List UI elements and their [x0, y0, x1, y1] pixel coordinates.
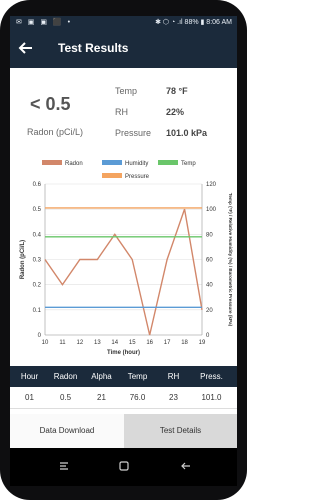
- table-row[interactable]: 01 0.5 21 76.0 23 101.0: [10, 387, 237, 409]
- y-tick-left: 0.3: [33, 258, 42, 264]
- col-radon: Radon: [53, 372, 78, 381]
- x-tick: 11: [59, 340, 66, 346]
- x-tick: 16: [146, 340, 153, 346]
- rh-value: 22%: [166, 107, 185, 117]
- test-results-chart: Radon Humidity Temp Pressure 0 0 0.1 20 0.2 40 0.3…: [10, 154, 237, 364]
- legend-label-temp: Temp: [181, 161, 196, 167]
- y-tick-left: 0.1: [33, 308, 42, 314]
- temp-label: Temp: [115, 86, 138, 96]
- rh-label: RH: [115, 107, 128, 117]
- legend-label-pressure: Pressure: [125, 174, 150, 180]
- col-rh: RH: [167, 372, 180, 381]
- legend-swatch-radon: [42, 160, 62, 165]
- tab-test-details[interactable]: Test Details: [124, 414, 237, 448]
- y-axis-label-right: Temp (°F) / Relative Humidity (%) / Baro…: [228, 193, 233, 327]
- y-tick-right: 40: [206, 283, 213, 289]
- y-tick-right: 60: [206, 258, 213, 264]
- legend-swatch-temp: [158, 160, 178, 165]
- cell-radon: 0.5: [59, 393, 72, 402]
- x-tick: 14: [111, 340, 118, 346]
- series-line-radon: [44, 208, 203, 336]
- phone-frame: ✉ ▣ ▣ ⬛ • ✱ ⬡ ◔ .ıl 88% ▮ 8:06 AM Test R…: [0, 0, 247, 500]
- cell-hour: 01: [25, 393, 34, 402]
- recent-apps-icon[interactable]: [58, 460, 70, 472]
- status-left-icons: ✉ ▣ ▣ ⬛ •: [16, 19, 73, 26]
- x-tick: 17: [164, 340, 171, 346]
- x-tick: 12: [77, 340, 84, 346]
- radon-reading: < 0.5: [30, 94, 71, 114]
- cell-rh: 23: [169, 393, 178, 402]
- x-axis-label: Time (hour): [107, 350, 140, 356]
- pressure-value: 101.0 kPa: [166, 128, 208, 138]
- legend-swatch-pressure: [102, 173, 122, 178]
- legend-label-humidity: Humidity: [125, 161, 148, 167]
- col-temp: Temp: [127, 372, 148, 381]
- y-tick-left: 0.4: [33, 232, 42, 238]
- y-tick-right: 80: [206, 232, 213, 238]
- status-bar: ✉ ▣ ▣ ⬛ • ✱ ⬡ ◔ .ıl 88% ▮ 8:06 AM: [10, 16, 237, 28]
- col-alpha: Alpha: [91, 372, 112, 381]
- x-tick: 10: [42, 340, 49, 346]
- y-tick-right: 20: [206, 308, 213, 314]
- bottom-tabs: Data Download Test Details: [10, 414, 237, 448]
- tab-data-download[interactable]: Data Download: [10, 414, 124, 448]
- table-header: Hour Radon Alpha Temp RH Press.: [10, 366, 237, 387]
- pressure-label: Pressure: [115, 128, 152, 138]
- col-press: Press.: [200, 372, 223, 381]
- cell-temp: 76.0: [129, 393, 146, 402]
- x-tick: 19: [199, 340, 206, 346]
- cell-alpha: 21: [97, 393, 106, 402]
- col-hour: Hour: [20, 372, 39, 381]
- y-tick-right: 120: [206, 182, 217, 188]
- system-nav-bar: [10, 448, 237, 486]
- x-tick: 18: [181, 340, 188, 346]
- chart-svg: Radon Humidity Temp Pressure 0 0 0.1 20 0.2 40 0.3…: [20, 160, 233, 356]
- y-tick-right: 100: [206, 207, 217, 213]
- x-tick: 15: [129, 340, 136, 346]
- temp-value: 78 °F: [166, 86, 188, 96]
- radon-unit: Radon (pCi/L): [27, 127, 84, 137]
- status-right-text: ✱ ⬡ ◔ .ıl 88% ▮ 8:06 AM: [155, 19, 232, 26]
- y-tick-right: 0: [206, 333, 210, 339]
- y-tick-left: 0.6: [33, 182, 42, 188]
- y-tick-left: 0.2: [33, 283, 42, 289]
- home-icon[interactable]: [118, 460, 130, 472]
- y-axis-label-left: Radon (pCi/L): [20, 240, 26, 279]
- back-arrow-icon[interactable]: [18, 40, 34, 56]
- back-icon[interactable]: [180, 460, 192, 472]
- cell-press: 101.0: [201, 393, 222, 402]
- y-tick-left: 0: [38, 333, 42, 339]
- legend-swatch-humidity: [102, 160, 122, 165]
- y-tick-left: 0.5: [33, 207, 42, 213]
- legend-label-radon: Radon: [65, 161, 83, 167]
- app-bar: Test Results: [10, 28, 237, 68]
- page-title: Test Results: [58, 41, 129, 55]
- x-tick: 13: [94, 340, 101, 346]
